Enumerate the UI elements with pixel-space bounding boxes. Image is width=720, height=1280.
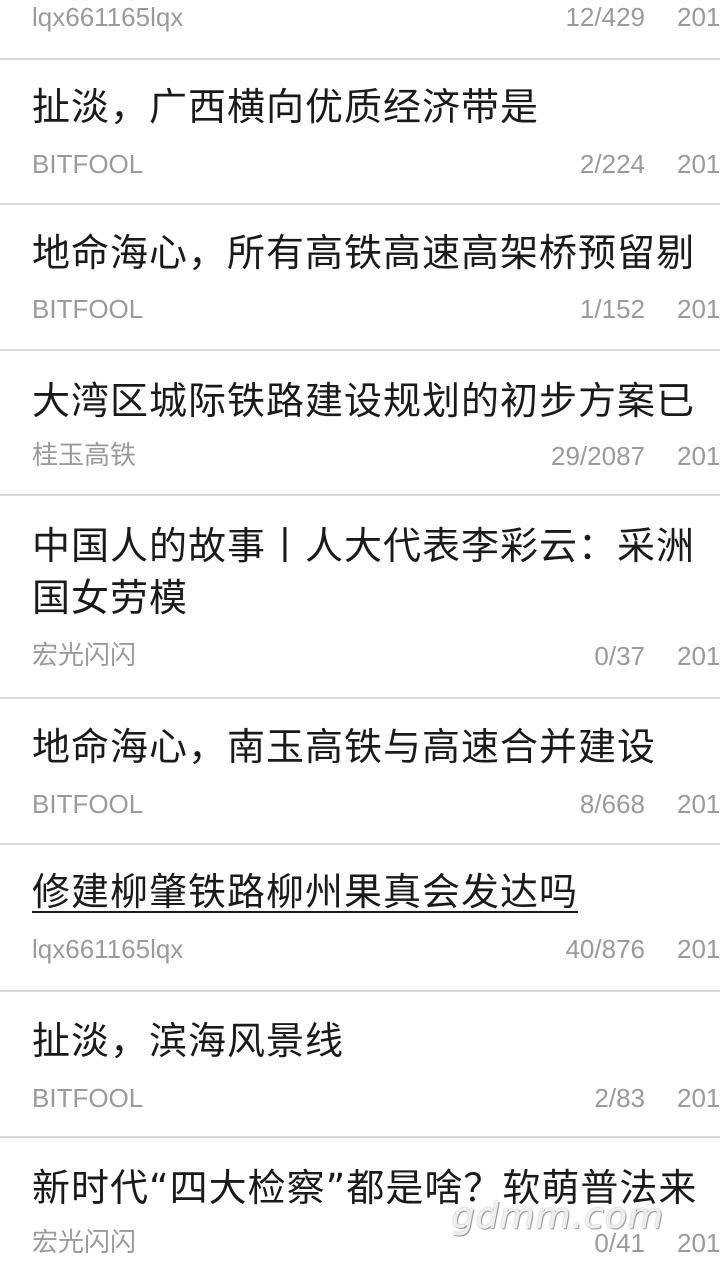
post-author: 宏光闪闪	[32, 1228, 137, 1258]
post-title[interactable]: 地命海心，南玉高铁与高速合并建设	[32, 722, 720, 772]
post-author: BITFOOL	[32, 789, 144, 819]
post-author: lqx661165lqx	[32, 2, 184, 32]
post-stats: 8/668	[579, 789, 645, 819]
list-item[interactable]: 扯淡，滨海风景线 BITFOOL 2/83 201	[0, 992, 720, 1138]
post-author: BITFOOL	[32, 149, 144, 179]
post-title-line-2[interactable]: 国女劳模	[32, 573, 720, 623]
post-date: 201	[677, 441, 720, 471]
post-author: lqx661165lqx	[32, 934, 184, 964]
post-title[interactable]: 扯淡，滨海风景线	[32, 1016, 720, 1066]
post-date: 201	[677, 2, 720, 32]
post-stats: 12/429	[565, 2, 645, 32]
list-item[interactable]: 地命海心，南玉高铁与高速合并建设 BITFOOL 8/668 201	[0, 699, 720, 845]
site-watermark: gdmm.com	[452, 1196, 665, 1237]
post-title-link[interactable]: 修建柳肇铁路柳州果真会发达吗	[32, 870, 578, 914]
list-item[interactable]: lqx661165lqx 12/429 201	[0, 0, 720, 60]
post-author: BITFOOL	[32, 1083, 144, 1113]
post-stats: 2/224	[579, 149, 645, 179]
post-author: 宏光闪闪	[32, 641, 137, 671]
post-author: 桂玉高铁	[32, 441, 137, 471]
post-author: BITFOOL	[32, 294, 144, 324]
post-date: 201	[677, 934, 720, 964]
list-item[interactable]: 大湾区城际铁路建设规划的初步方案已 桂玉高铁 29/2087 201	[0, 351, 720, 496]
post-date: 201	[677, 789, 720, 819]
post-stats: 29/2087	[551, 441, 645, 471]
post-title[interactable]: 大湾区城际铁路建设规划的初步方案已	[32, 376, 720, 426]
post-title[interactable]: 中国人的故事丨人大代表李彩云：采洲	[32, 521, 720, 571]
post-title[interactable]: 地命海心，所有高铁高速高架桥预留剔	[32, 228, 720, 278]
post-stats: 1/152	[579, 294, 645, 324]
list-item[interactable]: 中国人的故事丨人大代表李彩云：采洲 国女劳模 宏光闪闪 0/37 201	[0, 496, 720, 699]
forum-thread-list-screen: lqx661165lqx 12/429 201 扯淡，广西横向优质经济带是 BI…	[0, 0, 720, 1280]
post-stats: 0/37	[594, 641, 645, 671]
post-date: 201	[677, 294, 720, 324]
post-title[interactable]: 扯淡，广西横向优质经济带是	[32, 82, 720, 132]
list-item[interactable]: 修建柳肇铁路柳州果真会发达吗 lqx661165lqx 40/876 201	[0, 845, 720, 992]
list-item[interactable]: 扯淡，广西横向优质经济带是 BITFOOL 2/224 201	[0, 60, 720, 205]
post-date: 201	[677, 1083, 720, 1113]
post-title[interactable]: 修建柳肇铁路柳州果真会发达吗	[32, 867, 720, 917]
post-date: 201	[677, 1228, 720, 1258]
post-stats: 40/876	[565, 934, 645, 964]
post-date: 201	[677, 149, 720, 179]
post-stats: 2/83	[594, 1083, 645, 1113]
post-date: 201	[677, 641, 720, 671]
list-item[interactable]: 地命海心，所有高铁高速高架桥预留剔 BITFOOL 1/152 201	[0, 205, 720, 351]
